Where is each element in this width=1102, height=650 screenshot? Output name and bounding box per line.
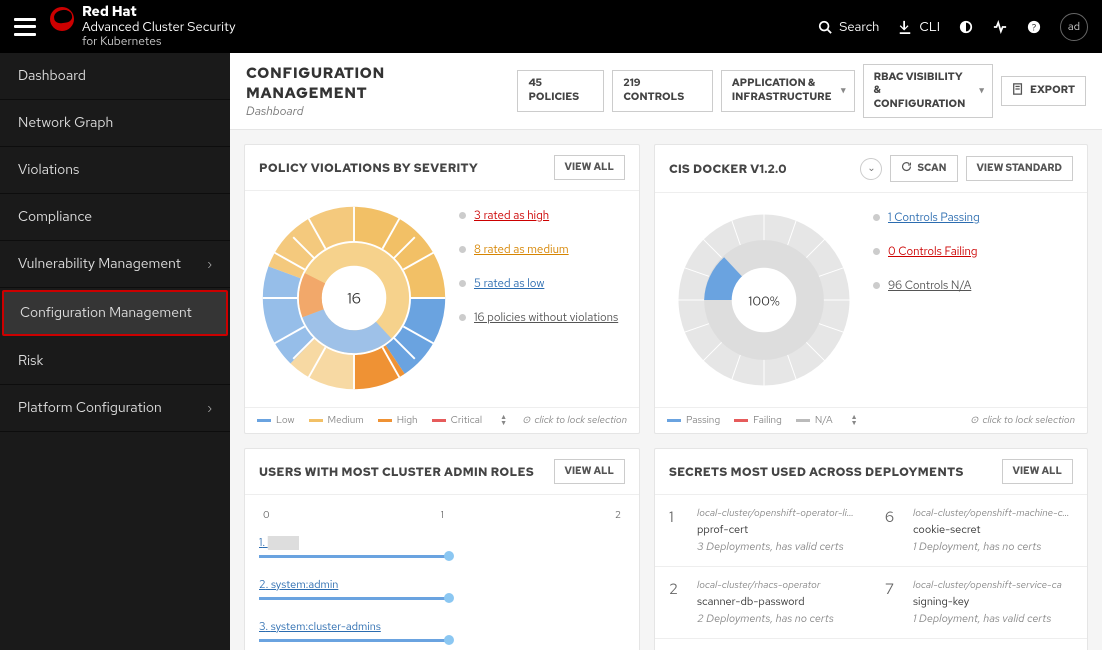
nav-configuration-management[interactable]: Configuration Management (2, 290, 228, 336)
svg-text:?: ? (1032, 21, 1037, 33)
cli-button[interactable]: CLI (897, 18, 940, 35)
controls-na-link[interactable]: 96 Controls N/A (888, 277, 971, 293)
cli-label: CLI (919, 18, 940, 35)
activity-icon[interactable] (992, 19, 1008, 35)
secret-item[interactable]: 3 local-cluster/acs-testdefault-dockercf… (655, 639, 871, 650)
card-users-admin-roles: USERS WITH MOST CLUSTER ADMIN ROLES VIEW… (244, 448, 640, 650)
nav-dashboard[interactable]: Dashboard (0, 53, 230, 100)
hamburger-menu-icon[interactable] (14, 18, 36, 36)
view-all-button[interactable]: VIEW ALL (554, 459, 625, 484)
legend-stepper[interactable]: ▲▼ (851, 415, 858, 426)
user-row[interactable]: 1. ████ (259, 530, 625, 558)
secret-item[interactable]: 1 local-cluster/openshift-operator-lifec… (655, 495, 871, 567)
click-lock-hint: ⊙click to lock selection (970, 414, 1075, 427)
policy-donut-chart[interactable]: 16 (259, 203, 449, 393)
card-policy-violations: POLICY VIOLATIONS BY SEVERITY VIEW ALL (244, 144, 640, 434)
nav-compliance[interactable]: Compliance (0, 194, 230, 241)
page-subtitle: Dashboard (246, 103, 507, 119)
help-icon[interactable]: ? (1026, 19, 1042, 35)
no-violations-link[interactable]: 16 policies without violations (474, 309, 618, 325)
refresh-icon (901, 161, 912, 176)
scan-button[interactable]: SCAN (890, 155, 957, 182)
click-lock-hint: ⊙click to lock selection (522, 414, 627, 427)
avatar[interactable]: ad (1060, 13, 1088, 41)
brand-line-3: for Kubernetes (82, 35, 236, 48)
view-all-button[interactable]: VIEW ALL (554, 155, 625, 180)
sidebar: Dashboard Network Graph Violations Compl… (0, 53, 230, 650)
low-violations-link[interactable]: 5 rated as low (474, 275, 544, 291)
view-all-button[interactable]: VIEW ALL (1002, 459, 1073, 484)
nav-platform-configuration[interactable]: Platform Configuration› (0, 385, 230, 432)
nav-violations[interactable]: Violations (0, 147, 230, 194)
search-label: Search (839, 18, 879, 35)
policies-count-button[interactable]: 45 POLICIES (517, 70, 604, 111)
card-title: SECRETS MOST USED ACROSS DEPLOYMENTS (669, 464, 964, 480)
controls-count-button[interactable]: 219 CONTROLS (612, 70, 712, 111)
rbac-visibility-dropdown[interactable]: RBAC VISIBILITY &CONFIGURATION (863, 64, 993, 119)
secret-item[interactable]: 7 local-cluster/openshift-service-casign… (871, 567, 1087, 639)
page-title: CONFIGURATION MANAGEMENT (246, 63, 507, 103)
expand-dropdown-button[interactable]: ⌄ (860, 158, 882, 180)
user-row[interactable]: 3. system:cluster-admins (259, 614, 625, 642)
main-content: CONFIGURATION MANAGEMENT Dashboard 45 PO… (230, 53, 1102, 650)
export-button[interactable]: EXPORT (1001, 76, 1086, 107)
view-standard-button[interactable]: VIEW STANDARD (966, 156, 1074, 181)
card-cis-docker: CIS DOCKER V1.2.0 ⌄ SCAN VIEW STANDARD (654, 144, 1088, 434)
bar-axis: 012 (259, 507, 625, 530)
redhat-icon (50, 7, 74, 31)
secret-item[interactable]: 2 local-cluster/rhacs-operatorscanner-db… (655, 567, 871, 639)
policy-legend-list: 3 rated as high 8 rated as medium 5 rate… (459, 203, 618, 325)
medium-violations-link[interactable]: 8 rated as medium (474, 241, 569, 257)
application-infra-dropdown[interactable]: APPLICATION &INFRASTRUCTURE (721, 70, 855, 111)
chevron-right-icon: › (207, 400, 212, 416)
cis-legend-list: 1 Controls Passing 0 Controls Failing 96… (873, 205, 980, 293)
search-button[interactable]: Search (817, 18, 879, 35)
topbar: Red Hat Advanced Cluster Security for Ku… (0, 0, 1102, 53)
nav-network-graph[interactable]: Network Graph (0, 100, 230, 147)
export-icon (1012, 83, 1024, 100)
high-violations-link[interactable]: 3 rated as high (474, 207, 549, 223)
chevron-right-icon: › (207, 256, 212, 272)
legend-stepper[interactable]: ▲▼ (500, 415, 507, 426)
page-header: CONFIGURATION MANAGEMENT Dashboard 45 PO… (230, 53, 1102, 130)
donut-center-value: 16 (347, 289, 361, 309)
card-title: CIS DOCKER V1.2.0 (669, 161, 787, 177)
controls-failing-link[interactable]: 0 Controls Failing (888, 243, 977, 259)
search-icon (817, 19, 833, 35)
nav-risk[interactable]: Risk (0, 338, 230, 385)
card-secrets: SECRETS MOST USED ACROSS DEPLOYMENTS VIE… (654, 448, 1088, 650)
theme-toggle-icon[interactable] (958, 19, 974, 35)
svg-text:100%: 100% (748, 293, 780, 311)
nav-vulnerability-management[interactable]: Vulnerability Management› (0, 241, 230, 288)
secret-item[interactable]: 6 local-cluster/openshift-machine-config… (871, 495, 1087, 567)
download-icon (897, 19, 913, 35)
secret-item[interactable]: 8 local-cluster/openshift-oauth-apiserve… (871, 639, 1087, 650)
cis-sunburst-chart[interactable]: 100% (669, 205, 859, 395)
controls-passing-link[interactable]: 1 Controls Passing (888, 209, 980, 225)
brand-logo: Red Hat Advanced Cluster Security for Ku… (50, 5, 236, 48)
card-title: USERS WITH MOST CLUSTER ADMIN ROLES (259, 464, 534, 480)
user-row[interactable]: 2. system:admin (259, 572, 625, 600)
card-title: POLICY VIOLATIONS BY SEVERITY (259, 160, 478, 176)
